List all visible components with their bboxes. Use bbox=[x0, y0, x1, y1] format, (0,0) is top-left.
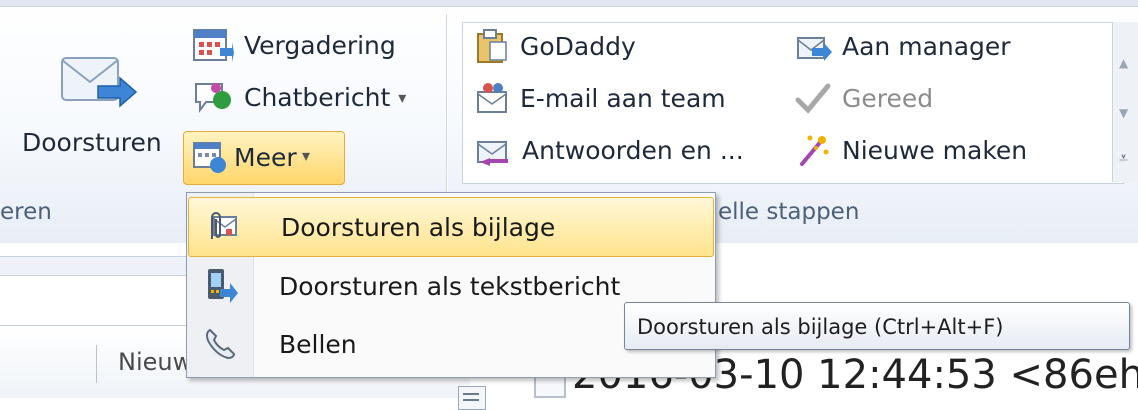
more-dropdown-menu: Doorsturen als bijlage Doorsturen als te… bbox=[186, 192, 716, 378]
quick-step-reply-delete[interactable]: Antwoorden en ... bbox=[474, 132, 744, 168]
menu-item-forward-as-attachment[interactable]: Doorsturen als bijlage bbox=[188, 197, 714, 257]
quick-step-email-team[interactable]: E-mail aan team bbox=[474, 80, 726, 116]
column-header-new[interactable]: Nieuw bbox=[118, 348, 192, 376]
sparkle-icon bbox=[800, 135, 829, 166]
quick-step-done-label: Gereed bbox=[842, 83, 934, 113]
quick-step-reply-delete-label: Antwoorden en ... bbox=[522, 135, 744, 165]
menu-item-forward-as-text-label: Doorsturen als tekstbericht bbox=[279, 271, 621, 301]
forward-button[interactable]: Doorsturen bbox=[6, 30, 178, 180]
meeting-button[interactable]: Vergadering bbox=[192, 26, 396, 64]
respond-group-label: eren bbox=[0, 199, 52, 225]
more-button-label: Meer bbox=[234, 143, 297, 172]
quick-step-to-manager[interactable]: Aan manager bbox=[794, 28, 1011, 64]
quick-step-done[interactable]: Gereed bbox=[794, 80, 933, 116]
text-message-icon bbox=[187, 267, 253, 305]
menu-item-call-label: Bellen bbox=[279, 329, 357, 359]
clipboard-icon bbox=[477, 29, 507, 63]
meeting-button-label: Vergadering bbox=[244, 30, 396, 60]
chat-message-button-label: Chatbericht bbox=[244, 82, 391, 112]
tooltip: Doorsturen als bijlage (Ctrl+Alt+F) bbox=[624, 302, 1130, 350]
team-mail-icon bbox=[477, 83, 507, 113]
scroll-up-arrow-icon[interactable]: ▲ bbox=[1119, 56, 1128, 70]
forward-button-label: Doorsturen bbox=[22, 128, 162, 157]
more-button[interactable]: Meer ▾ bbox=[183, 131, 345, 185]
checkmark-icon bbox=[795, 83, 831, 114]
forward-envelope-icon bbox=[61, 57, 138, 108]
quick-step-godaddy-label: GoDaddy bbox=[520, 31, 636, 61]
forward-manager-icon bbox=[797, 37, 832, 61]
calendar-icon bbox=[193, 29, 234, 62]
attachment-icon bbox=[189, 209, 255, 245]
chat-message-button[interactable]: Chatbericht ▾ bbox=[192, 78, 406, 116]
more-dropdown-arrow-icon: ▾ bbox=[302, 146, 311, 165]
quick-step-email-team-label: E-mail aan team bbox=[520, 83, 726, 113]
scroll-down-arrow-icon[interactable]: ▼ bbox=[1119, 106, 1128, 120]
quick-step-to-manager-label: Aan manager bbox=[842, 31, 1011, 61]
quick-step-create-new-label: Nieuwe maken bbox=[842, 135, 1028, 165]
quick-steps-group-label: elle stappen bbox=[718, 199, 860, 225]
list-scroll-button[interactable] bbox=[458, 386, 486, 410]
menu-item-forward-as-attachment-label: Doorsturen als bijlage bbox=[281, 212, 556, 242]
reply-delete-icon bbox=[477, 141, 508, 166]
chat-dropdown-arrow-icon[interactable]: ▾ bbox=[398, 88, 406, 107]
scroll-grip-line bbox=[463, 393, 479, 395]
column-separator[interactable] bbox=[96, 345, 97, 383]
quick-step-create-new[interactable]: Nieuwe maken bbox=[794, 132, 1027, 168]
scroll-grip-line bbox=[463, 399, 479, 401]
phone-icon bbox=[187, 326, 253, 362]
gallery-expand-icon[interactable]: ⩡ bbox=[1119, 148, 1128, 168]
quick-step-godaddy[interactable]: GoDaddy bbox=[474, 28, 636, 64]
chat-icon bbox=[195, 83, 231, 113]
ribbon-top-border bbox=[0, 0, 1138, 7]
more-calendar-icon bbox=[193, 142, 226, 173]
quick-steps-scrollbar[interactable]: ▲ ▼ ⩡ bbox=[1112, 22, 1138, 182]
